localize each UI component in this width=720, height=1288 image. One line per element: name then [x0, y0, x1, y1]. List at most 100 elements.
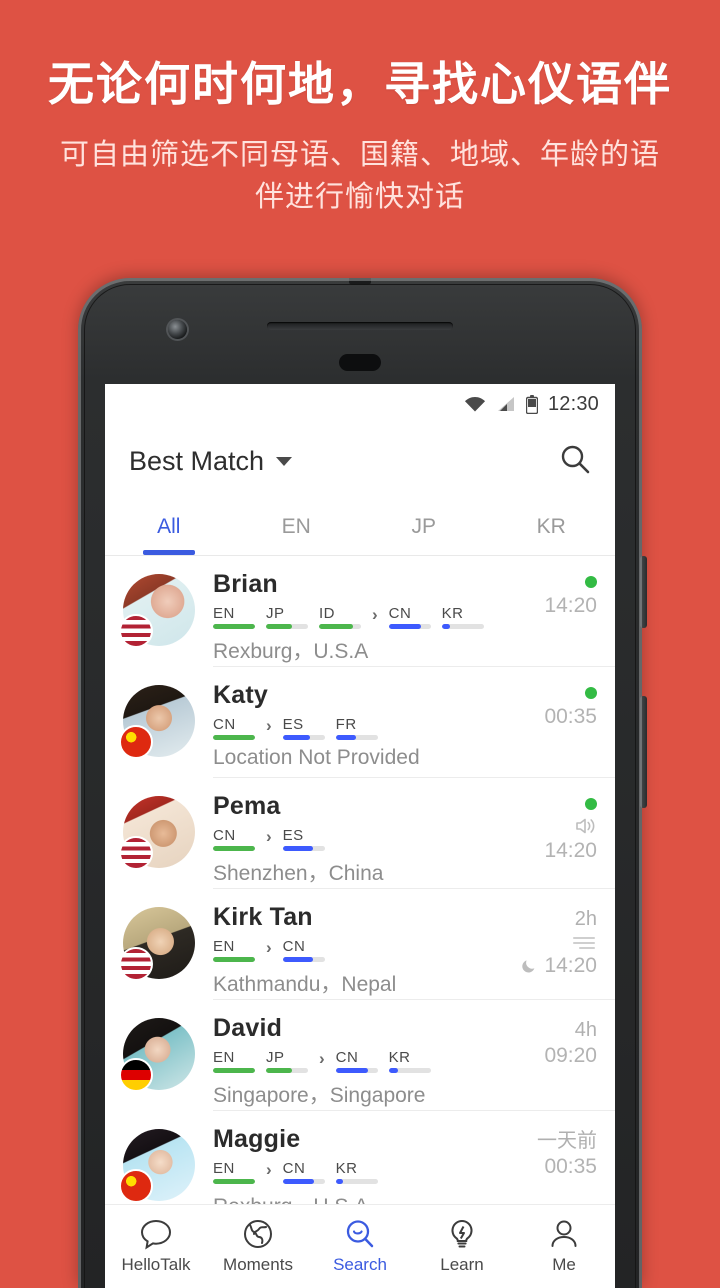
avatar[interactable] — [119, 1018, 195, 1092]
user-info: Katy CN › ES FR Location Not Provided — [195, 681, 505, 778]
direction-arrow-icon: › — [372, 604, 378, 624]
user-local-time: 00:35 — [544, 1155, 597, 1178]
page-title: 无论何时何地，寻找心仪语伴 — [48, 58, 672, 110]
tab-all[interactable]: All — [105, 498, 233, 555]
language-pairs: CN › ES — [213, 828, 505, 851]
proximity-sensor — [339, 354, 381, 371]
volume-button[interactable] — [640, 556, 647, 628]
nav-label: HelloTalk — [121, 1255, 191, 1274]
user-list-item[interactable]: David EN JP › CN KR Singapore，Singapore … — [105, 1000, 615, 1111]
us-flag — [119, 836, 153, 870]
nav-item-learn[interactable]: Learn — [411, 1218, 513, 1275]
language-proficiency: EN — [213, 1050, 255, 1073]
language-code: ID — [319, 604, 335, 622]
sort-selector[interactable]: Best Match — [129, 446, 293, 477]
direction-arrow-icon: › — [266, 1159, 272, 1179]
moon-icon — [521, 957, 538, 974]
user-name: Katy — [213, 681, 268, 709]
proficiency-bar — [213, 623, 255, 629]
app-bar: Best Match — [105, 424, 615, 498]
nav-item-moments[interactable]: Moments — [207, 1218, 309, 1275]
tab-en[interactable]: EN — [233, 498, 361, 555]
direction-arrow-icon: › — [266, 937, 272, 957]
cn-flag — [119, 725, 153, 759]
user-meta: 14:20 — [505, 792, 597, 889]
language-code: JP — [266, 1048, 285, 1066]
language-code: EN — [213, 937, 235, 955]
tab-jp[interactable]: JP — [360, 498, 488, 555]
language-tabs[interactable]: All EN JP KR — [105, 498, 615, 556]
user-location: Singapore，Singapore — [213, 1083, 426, 1107]
language-proficiency: KR — [441, 604, 484, 629]
language-proficiency: CN — [388, 606, 431, 629]
language-code: CN — [282, 1159, 306, 1177]
chat-bubble-icon — [139, 1218, 173, 1250]
user-local-time: 14:20 — [521, 955, 597, 976]
language-proficiency: KR — [335, 1161, 378, 1184]
phone-mockup: 12:30 Best Match All EN JP KR Brian EN J… — [78, 278, 647, 1288]
language-proficiency: CN — [282, 1159, 325, 1184]
globe-icon — [241, 1218, 275, 1250]
phone-screen: 12:30 Best Match All EN JP KR Brian EN J… — [105, 384, 615, 1288]
user-location: Shenzhen，China — [213, 861, 384, 885]
language-pairs: EN › CN — [213, 939, 505, 962]
tab-kr[interactable]: KR — [488, 498, 616, 555]
us-flag — [119, 614, 153, 648]
language-proficiency: JP — [266, 606, 308, 629]
proficiency-bar — [213, 734, 255, 740]
proficiency-bar — [282, 734, 325, 740]
cn-flag — [119, 1169, 153, 1203]
lightbulb-icon — [445, 1218, 479, 1250]
bottom-navigation[interactable]: HelloTalk Moments Search Learn Me — [105, 1204, 615, 1288]
language-proficiency: CN — [335, 1050, 378, 1073]
proficiency-bar — [282, 845, 325, 851]
avatar[interactable] — [119, 574, 195, 648]
avatar[interactable] — [119, 1129, 195, 1203]
avatar[interactable] — [119, 796, 195, 870]
nav-item-me[interactable]: Me — [513, 1218, 615, 1275]
avatar[interactable] — [119, 685, 195, 759]
search-icon[interactable] — [559, 443, 591, 480]
user-location: Rexburg，U.S.A — [213, 639, 369, 663]
language-code: FR — [335, 715, 357, 733]
proficiency-bar — [441, 623, 484, 629]
proficiency-bar — [335, 1067, 378, 1073]
user-list-item[interactable]: Pema CN › ES Shenzhen，China 14:20 — [105, 778, 615, 889]
status-bar-clock: 12:30 — [547, 392, 599, 415]
user-list[interactable]: Brian EN JP ID › CN KR Rexburg，U.S.A 14:… — [105, 556, 615, 1222]
user-location: Location Not Provided — [213, 745, 420, 769]
nav-label: Me — [552, 1255, 576, 1274]
user-name: Maggie — [213, 1125, 301, 1153]
earpiece-speaker — [267, 322, 453, 330]
nav-label: Learn — [440, 1255, 484, 1274]
power-button[interactable] — [640, 696, 647, 808]
user-list-item[interactable]: Kirk Tan EN › CN Kathmandu，Nepal 2h 14:2… — [105, 889, 615, 1000]
direction-arrow-icon: › — [319, 1048, 325, 1068]
language-proficiency: FR — [335, 715, 378, 740]
avatar[interactable] — [119, 907, 195, 981]
user-meta: 4h 09:20 — [505, 1014, 597, 1111]
language-pairs: CN › ES FR — [213, 717, 505, 740]
nav-label: Search — [333, 1255, 387, 1274]
user-meta: 14:20 — [505, 570, 597, 667]
language-code: ES — [282, 715, 304, 733]
nav-item-hellotalk[interactable]: HelloTalk — [105, 1218, 207, 1275]
last-seen-label: 2h — [574, 908, 597, 930]
online-status-dot — [585, 576, 597, 588]
mic-slot — [349, 278, 371, 285]
user-local-time: 14:20 — [544, 594, 597, 617]
language-proficiency: ES — [282, 828, 325, 851]
user-list-item[interactable]: Brian EN JP ID › CN KR Rexburg，U.S.A 14:… — [105, 556, 615, 667]
us-flag — [119, 947, 153, 981]
language-code: KR — [441, 604, 464, 622]
promo-subtitle: 可自由筛选不同母语、国籍、地域、年龄的语伴进行愉快对话 — [59, 138, 660, 213]
proficiency-bar — [213, 1067, 255, 1073]
language-proficiency: CN — [282, 939, 325, 962]
language-pairs: EN JP ID › CN KR — [213, 606, 505, 629]
user-list-item[interactable]: Katy CN › ES FR Location Not Provided 00… — [105, 667, 615, 778]
user-info: Kirk Tan EN › CN Kathmandu，Nepal — [195, 903, 505, 1000]
language-code: EN — [213, 1048, 235, 1066]
promo-header: 无论何时何地，寻找心仪语伴 可自由筛选不同母语、国籍、地域、年龄的语伴进行愉快对… — [0, 0, 720, 218]
nav-item-search[interactable]: Search — [309, 1218, 411, 1275]
nav-label: Moments — [223, 1255, 293, 1274]
